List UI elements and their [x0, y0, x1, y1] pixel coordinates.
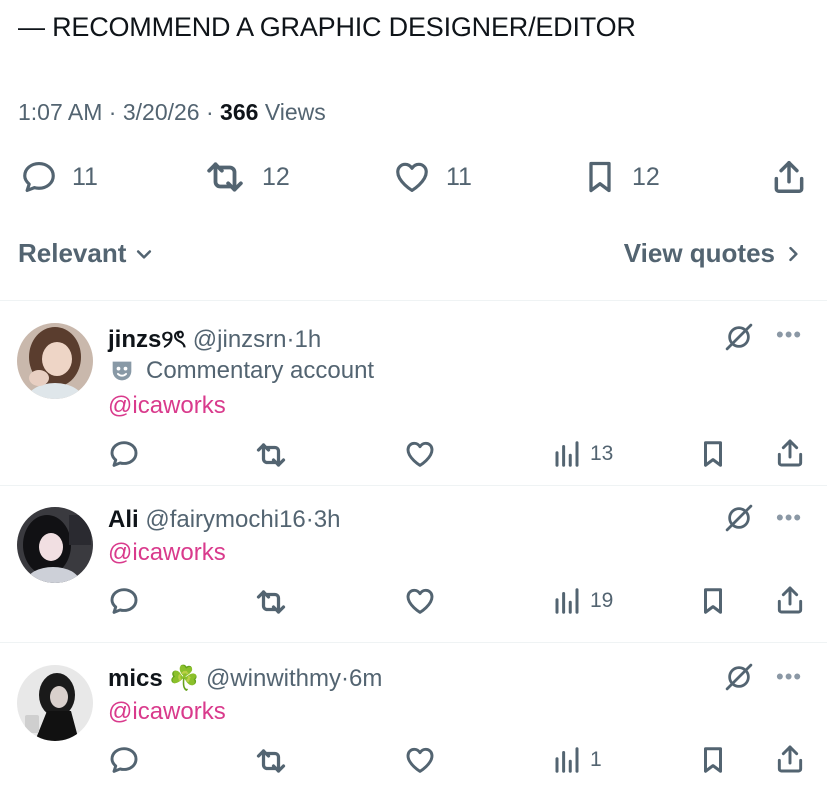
bookmark-count: 12 [632, 162, 660, 191]
post-meta: 1:07 AM · 3/20/26 · 366 Views [18, 99, 326, 125]
heart-icon[interactable] [403, 438, 437, 470]
views-count: 19 [590, 589, 614, 612]
reply-time[interactable]: 1h [295, 326, 322, 353]
views-icon [555, 747, 579, 773]
heart-icon[interactable] [403, 585, 437, 617]
commentary-tag: Commentary account [108, 357, 374, 385]
repost-icon[interactable] [252, 746, 290, 776]
views-icon [555, 441, 579, 467]
post-time[interactable]: 1:07 AM [18, 99, 102, 125]
masks-icon [112, 361, 132, 381]
share-icon[interactable] [770, 158, 808, 196]
sort-label: Relevant [18, 238, 127, 268]
divider [0, 300, 827, 301]
views-button[interactable]: 13 [552, 439, 613, 469]
reply-author[interactable]: jinzs୨ৎ @jinzsrn·1h [108, 321, 321, 361]
avatar[interactable] [17, 323, 93, 399]
views-button[interactable]: 19 [552, 586, 613, 616]
reply-time[interactable]: 3h [314, 506, 341, 533]
heart-icon [396, 162, 428, 193]
repost-icon[interactable] [252, 587, 290, 617]
reply-icon[interactable] [108, 585, 140, 617]
views-count: 1 [590, 748, 602, 771]
reply-count: 11 [72, 162, 98, 191]
avatar-image [17, 665, 93, 741]
heart-icon[interactable] [403, 744, 437, 776]
post-text: — RECOMMEND A GRAPHIC DESIGNER/EDITOR [18, 12, 636, 42]
handle[interactable]: @jinzsrn [193, 326, 287, 353]
reply-author[interactable]: Ali @fairymochi16·3h [108, 506, 340, 534]
grok-icon[interactable] [724, 503, 754, 533]
display-name[interactable]: mics [108, 665, 163, 692]
bookmark-button[interactable]: 12 [582, 158, 660, 196]
view-quotes-link[interactable]: View quotes [624, 238, 803, 269]
display-name[interactable]: Ali [108, 506, 139, 533]
grok-icon[interactable] [724, 322, 754, 352]
avatar-image [17, 323, 93, 399]
views-label: Views [264, 99, 326, 125]
commentary-label: Commentary account [146, 357, 375, 384]
like-button[interactable]: 11 [392, 158, 472, 196]
share-icon[interactable] [774, 743, 806, 775]
repost-icon [207, 162, 243, 192]
more-icon[interactable]: ••• [776, 505, 802, 531]
views-count: 13 [590, 442, 614, 465]
bookmark-icon[interactable] [698, 438, 728, 470]
reply-icon [23, 161, 55, 193]
reply-button[interactable]: 11 [20, 158, 98, 196]
handle[interactable]: @winwithmy [206, 665, 341, 692]
reply-mention[interactable]: @icaworks [108, 698, 226, 726]
chevron-down-icon [137, 249, 152, 259]
view-quotes-label: View quotes [623, 238, 775, 268]
clover-emoji: ☘️ [169, 665, 200, 692]
bookmark-icon[interactable] [698, 744, 728, 776]
views-count: 366 [220, 99, 259, 125]
display-name[interactable]: jinzs୨ৎ [108, 326, 186, 353]
views-button[interactable]: 1 [552, 745, 602, 775]
repost-icon[interactable] [252, 440, 290, 470]
share-icon[interactable] [774, 584, 806, 616]
reply-mention[interactable]: @icaworks [108, 539, 226, 567]
reply-author[interactable]: mics ☘️ @winwithmy·6m [108, 664, 382, 693]
share-icon[interactable] [774, 437, 806, 469]
reply-icon[interactable] [108, 744, 140, 776]
post-date[interactable]: 3/20/26 [123, 99, 200, 125]
more-icon[interactable]: ••• [776, 664, 802, 690]
views-icon [555, 588, 579, 614]
handle[interactable]: @fairymochi16 [145, 506, 305, 533]
divider [0, 642, 827, 643]
chevron-right-icon [789, 246, 798, 261]
repost-button[interactable]: 12 [202, 158, 290, 196]
repost-count: 12 [262, 162, 290, 191]
bookmark-icon[interactable] [698, 585, 728, 617]
sort-dropdown[interactable]: Relevant [18, 238, 154, 269]
avatar[interactable] [17, 507, 93, 583]
like-count: 11 [446, 162, 472, 191]
divider [0, 485, 827, 486]
reply-icon[interactable] [108, 438, 140, 470]
avatar-image [17, 507, 93, 583]
bookmark-icon [589, 161, 611, 193]
grok-icon[interactable] [724, 662, 754, 692]
more-icon[interactable]: ••• [776, 322, 802, 348]
avatar[interactable] [17, 665, 93, 741]
reply-time[interactable]: 6m [349, 665, 382, 692]
reply-mention[interactable]: @icaworks [108, 392, 226, 420]
